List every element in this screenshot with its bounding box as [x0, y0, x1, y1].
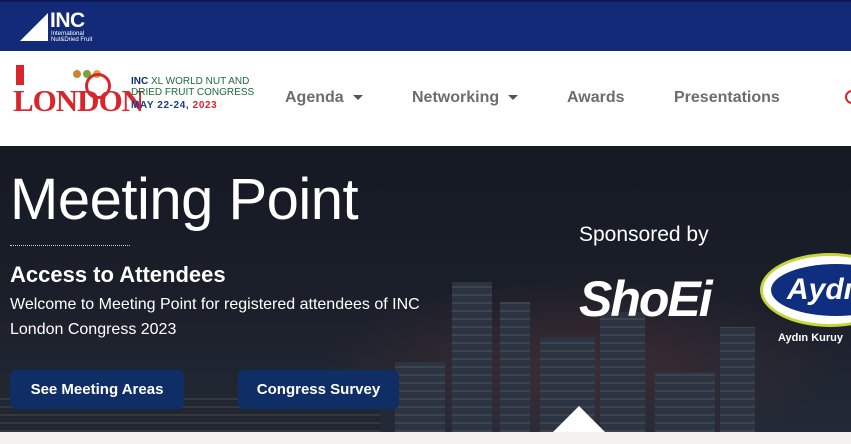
- inc-logo-subtitle: International Nut&Dried Fruit: [51, 31, 93, 43]
- hero-subtitle: Access to Attendees: [10, 262, 226, 287]
- inc-logo[interactable]: INC International Nut&Dried Fruit: [20, 9, 94, 44]
- skyline-building: [720, 327, 755, 432]
- main-navbar: LONDON INC XL WORLD NUT AND DRIED FRUIT …: [0, 51, 851, 146]
- big-ben-icon: [16, 65, 24, 85]
- skyline-building: [655, 372, 715, 432]
- title-divider: [10, 245, 130, 246]
- page-body-strip: [0, 432, 851, 444]
- congress-logo[interactable]: LONDON: [13, 65, 144, 118]
- london-eye-icon: [85, 73, 111, 99]
- hero-banner: Meeting Point Access to Attendees Welcom…: [0, 146, 851, 432]
- partial-nav-icon[interactable]: [845, 90, 851, 104]
- sponsored-by-label: Sponsored by: [579, 223, 709, 246]
- inc-logo-mark-icon: [20, 13, 48, 41]
- congress-date-main: MAY 22-24,: [131, 100, 190, 111]
- congress-date-year: 2023: [192, 100, 218, 111]
- chevron-down-icon: [352, 95, 363, 101]
- nav-awards-label: Awards: [567, 89, 625, 106]
- sponsor-shoei-logo[interactable]: ShoEi: [579, 270, 713, 328]
- nav-networking[interactable]: Networking: [412, 89, 519, 107]
- hero-description: Welcome to Meeting Point for registered …: [10, 296, 420, 338]
- aydin-logo-text: Aydı: [787, 273, 851, 306]
- nav-awards[interactable]: Awards: [567, 89, 625, 107]
- see-meeting-areas-button[interactable]: See Meeting Areas: [10, 370, 184, 409]
- nav-agenda[interactable]: Agenda: [285, 89, 363, 107]
- triangle-up-icon[interactable]: [552, 406, 606, 432]
- nav-networking-label: Networking: [412, 89, 500, 106]
- congress-city: LONDON: [13, 83, 144, 118]
- skyline-building: [500, 302, 530, 432]
- chevron-down-icon: [508, 95, 519, 101]
- skyline-building: [600, 312, 645, 432]
- nav-agenda-label: Agenda: [285, 89, 344, 106]
- skyline-building: [452, 282, 492, 432]
- nav-presentations[interactable]: Presentations: [674, 89, 780, 107]
- nav-presentations-label: Presentations: [674, 89, 780, 106]
- top-bar: INC International Nut&Dried Fruit: [0, 0, 851, 51]
- congress-title-text: XL WORLD NUT AND DRIED FRUIT CONGRESS: [131, 76, 255, 98]
- inc-logo-text: INC: [50, 9, 85, 32]
- congress-title-prefix: INC: [131, 76, 149, 87]
- aydin-logo-badge: Aydı: [771, 264, 851, 316]
- aydin-caption: Aydın Kuruy: [778, 332, 843, 344]
- page-title: Meeting Point: [10, 167, 359, 232]
- congress-survey-button[interactable]: Congress Survey: [238, 370, 399, 409]
- congress-title: INC XL WORLD NUT AND DRIED FRUIT CONGRES…: [131, 76, 261, 98]
- congress-date: MAY 22-24, 2023: [131, 100, 217, 111]
- skyline-building: [395, 362, 445, 432]
